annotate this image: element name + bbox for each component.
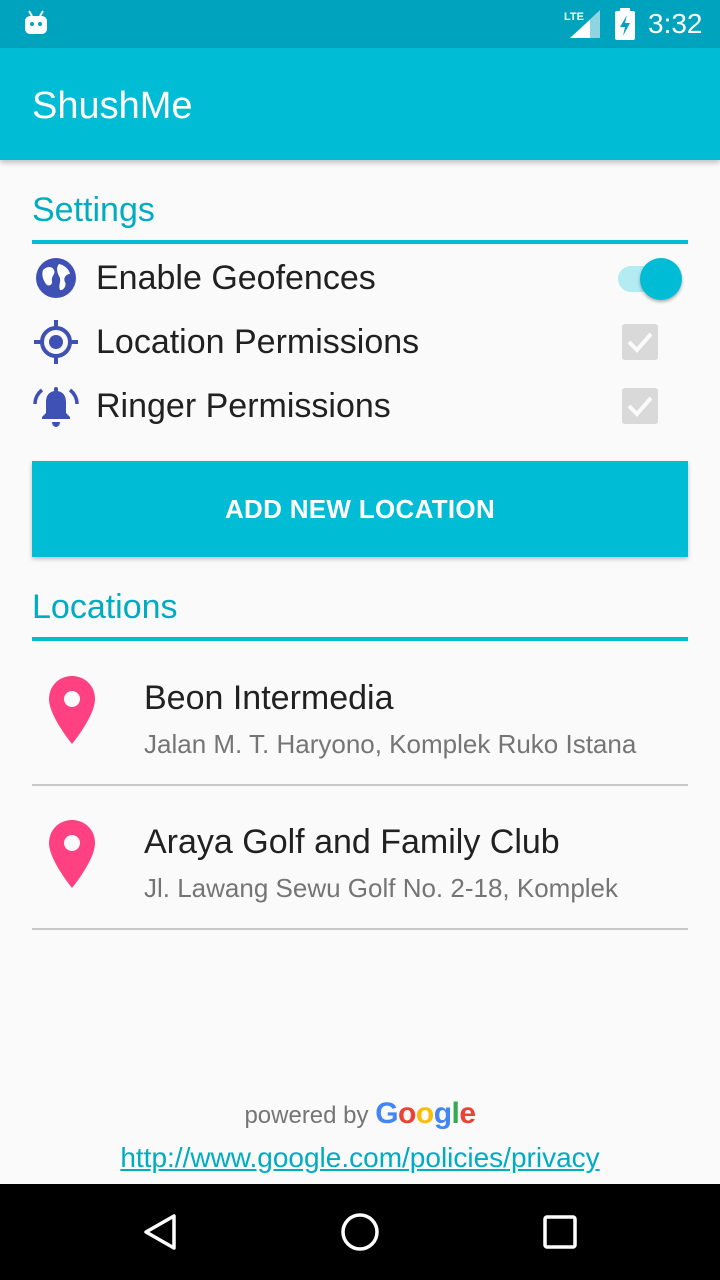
- checkmark-icon: [627, 332, 653, 353]
- globe-icon: [36, 258, 76, 298]
- back-icon[interactable]: [136, 1208, 184, 1256]
- setting-row-location-permissions[interactable]: Location Permissions: [32, 310, 688, 374]
- location-name: Araya Golf and Family Club: [144, 823, 560, 861]
- navigation-bar: [0, 1184, 720, 1280]
- setting-label: Enable Geofences: [96, 259, 376, 297]
- ringer-permissions-checkbox[interactable]: [622, 388, 658, 424]
- privacy-policy-link[interactable]: http://www.google.com/policies/privacy: [0, 1140, 720, 1176]
- network-label: LTE: [564, 11, 584, 23]
- place-pin-icon: [49, 676, 95, 744]
- location-list-item[interactable]: Araya Golf and Family Club Jl. Lawang Se…: [32, 786, 688, 930]
- locations-section-title: Locations: [32, 588, 178, 626]
- location-name: Beon Intermedia: [144, 679, 394, 717]
- powered-by-google: powered by Google: [0, 1096, 720, 1134]
- geofence-toggle-switch[interactable]: [616, 256, 684, 300]
- switch-thumb: [640, 258, 682, 300]
- battery-charging-icon: [615, 8, 635, 40]
- logo-letter: e: [459, 1097, 476, 1130]
- android-notification-icon: [25, 10, 47, 34]
- logo-letter: o: [415, 1097, 434, 1130]
- setting-row-enable-geofences[interactable]: Enable Geofences: [32, 246, 688, 310]
- location-address: Jalan M. T. Haryono, Komplek Ruko Istana: [144, 729, 637, 759]
- place-pin-icon: [49, 820, 95, 888]
- clock: 3:32: [648, 8, 703, 39]
- gps-fixed-icon: [34, 320, 78, 364]
- location-permissions-checkbox[interactable]: [622, 324, 658, 360]
- logo-letter: o: [398, 1097, 416, 1130]
- app-title: ShushMe: [32, 85, 193, 127]
- attribution-prefix: powered by: [244, 1102, 369, 1129]
- checkmark-icon: [627, 396, 653, 417]
- logo-letter: g: [433, 1097, 452, 1130]
- locations-divider: [32, 637, 688, 641]
- settings-section-title: Settings: [32, 191, 155, 229]
- logo-letter: G: [375, 1097, 399, 1130]
- ringing-bell-icon: [33, 387, 79, 427]
- home-icon[interactable]: [336, 1208, 384, 1256]
- recents-icon[interactable]: [536, 1208, 584, 1256]
- google-logo: Google: [375, 1097, 476, 1130]
- app-bar: ShushMe: [0, 48, 720, 160]
- location-address: Jl. Lawang Sewu Golf No. 2-18, Komplek: [144, 873, 619, 903]
- lte-signal-icon: LTE: [564, 10, 600, 38]
- location-list-item[interactable]: Beon Intermedia Jalan M. T. Haryono, Kom…: [32, 642, 688, 786]
- setting-label: Ringer Permissions: [96, 387, 391, 425]
- settings-divider: [32, 240, 688, 244]
- status-bar: LTE 3:32: [0, 0, 720, 48]
- setting-label: Location Permissions: [96, 323, 420, 361]
- add-new-location-button[interactable]: ADD NEW LOCATION: [32, 461, 688, 557]
- setting-row-ringer-permissions[interactable]: Ringer Permissions: [32, 374, 688, 438]
